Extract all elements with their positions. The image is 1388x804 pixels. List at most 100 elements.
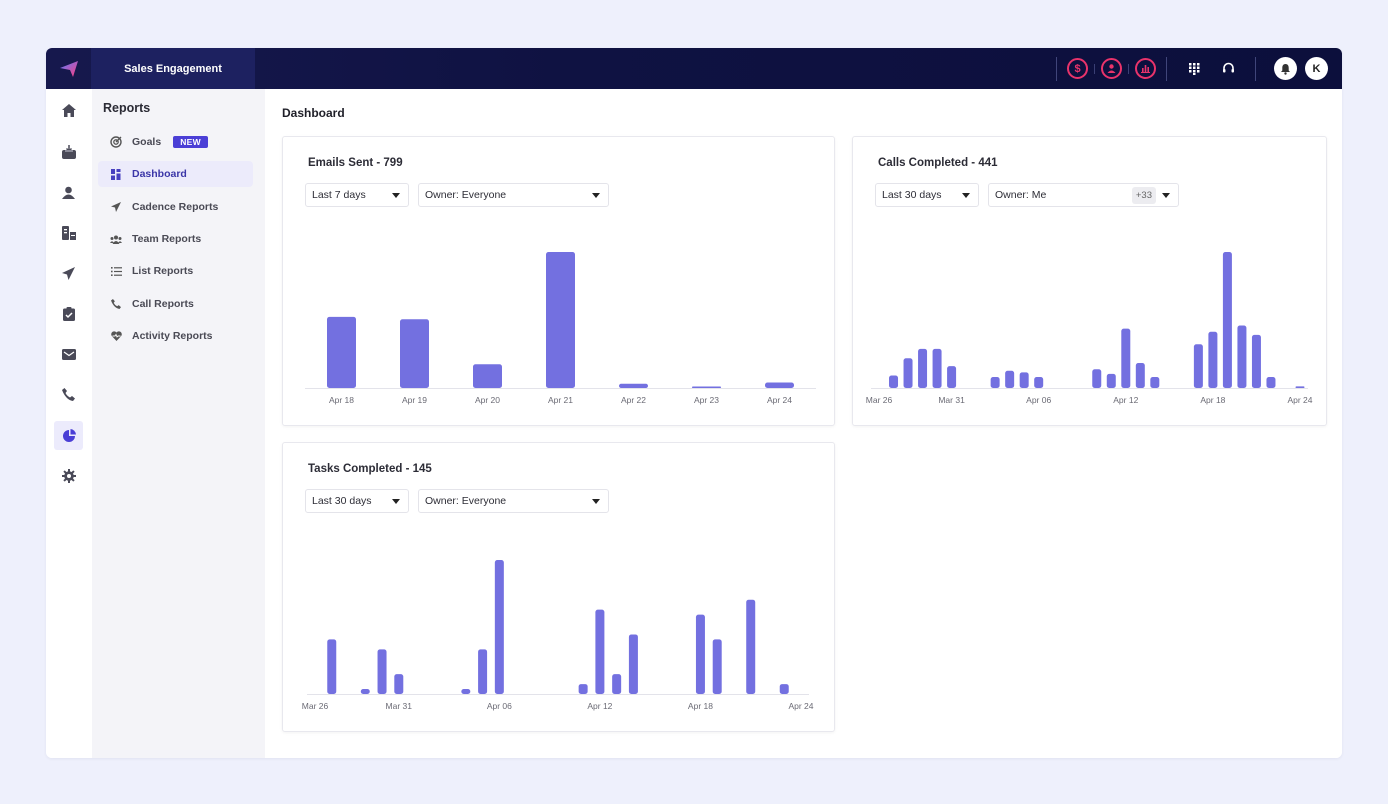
x-tick-label: Apr 21	[548, 395, 573, 405]
email-icon	[61, 349, 76, 360]
bar-apr-10[interactable]	[1092, 369, 1102, 388]
subnav-item-label: Call Reports	[132, 298, 194, 310]
subnav-item-cadence-reports[interactable]: Cadence Reports	[98, 194, 253, 220]
bar-mar-30[interactable]	[377, 649, 387, 694]
bar-apr-06[interactable]	[1034, 377, 1044, 388]
bar-apr-14[interactable]	[1150, 377, 1160, 388]
bar-apr-11[interactable]	[1106, 373, 1116, 388]
bar-apr-23[interactable]	[779, 684, 789, 694]
bar-apr-05[interactable]	[478, 649, 488, 694]
x-tick-label: Apr 12	[1113, 395, 1138, 405]
bar-apr-24[interactable]	[1295, 386, 1305, 388]
bar-apr-18[interactable]	[327, 316, 356, 388]
bar-apr-04[interactable]	[1005, 370, 1015, 388]
x-tick-label: Mar 31	[386, 701, 413, 711]
target-icon	[109, 136, 123, 148]
user-avatar[interactable]: K	[1305, 57, 1328, 80]
rail-settings[interactable]	[54, 461, 83, 490]
page-title: Dashboard	[282, 106, 345, 120]
cadences-icon	[62, 267, 75, 280]
divider	[1128, 63, 1129, 74]
bar-apr-19[interactable]	[400, 319, 429, 388]
bar-apr-17[interactable]	[1193, 344, 1203, 388]
bar-apr-24[interactable]	[765, 382, 794, 388]
rail-email[interactable]	[54, 340, 83, 369]
bar-mar-29[interactable]	[918, 348, 928, 388]
headset-icon[interactable]	[1217, 58, 1239, 80]
calls-completed-card: Calls Completed - 441 Last 30 days Owner…	[852, 136, 1327, 426]
bar-apr-03[interactable]	[990, 377, 1000, 388]
bar-apr-11[interactable]	[578, 684, 588, 694]
bar-apr-19[interactable]	[1222, 252, 1232, 388]
bar-mar-27[interactable]	[889, 375, 899, 388]
bar-apr-18[interactable]	[695, 614, 705, 694]
subnav-item-activity-reports[interactable]: Activity Reports	[98, 323, 253, 349]
heartbeat-icon	[109, 331, 123, 341]
new-badge: NEW	[173, 136, 208, 148]
bar-mar-27[interactable]	[327, 639, 337, 694]
contact-icon[interactable]	[1101, 58, 1122, 79]
product-switcher[interactable]: Sales Engagement	[91, 48, 255, 89]
contacts-icon	[62, 186, 75, 199]
rail-phone[interactable]	[54, 380, 83, 409]
rail-home[interactable]	[54, 96, 83, 125]
subnav-item-dashboard[interactable]: Dashboard	[98, 161, 253, 187]
bar-apr-13[interactable]	[1135, 362, 1145, 388]
rail-cadences[interactable]	[54, 259, 83, 288]
rail-tasks[interactable]	[54, 299, 83, 328]
bar-apr-04[interactable]	[461, 689, 471, 694]
x-tick-label: Apr 23	[694, 395, 719, 405]
divider	[1094, 63, 1095, 74]
bar-mar-31[interactable]	[394, 674, 404, 694]
inbox-icon	[61, 144, 76, 159]
bar-apr-18[interactable]	[1208, 331, 1218, 388]
bar-apr-21[interactable]	[746, 599, 756, 694]
bar-apr-06[interactable]	[494, 560, 504, 694]
subnav-item-list-reports[interactable]: List Reports	[98, 258, 253, 284]
tasks-completed-chart: Mar 26 Mar 31 Apr 06 Apr 12 Apr 18 Apr 24	[302, 560, 814, 711]
subnav-item-goals[interactable]: Goals NEW	[98, 129, 253, 155]
rail-reports[interactable]	[54, 421, 83, 450]
bar-apr-20[interactable]	[1237, 325, 1247, 388]
x-tick-label: Apr 19	[402, 395, 427, 405]
rail-contacts[interactable]	[54, 178, 83, 207]
rail-accounts[interactable]	[54, 218, 83, 247]
subnav-item-call-reports[interactable]: Call Reports	[98, 291, 253, 317]
subnav-item-label: Cadence Reports	[132, 201, 219, 213]
dialpad-icon[interactable]	[1183, 58, 1205, 80]
logo-icon	[59, 60, 78, 77]
bar-apr-22[interactable]	[1266, 377, 1276, 388]
bar-apr-20[interactable]	[473, 364, 502, 388]
x-tick-label: Apr 22	[621, 395, 646, 405]
app-logo[interactable]	[46, 48, 91, 89]
bar-mar-30[interactable]	[932, 348, 942, 388]
bar-apr-21[interactable]	[1251, 334, 1261, 388]
emails-sent-card: Emails Sent - 799 Last 7 days Owner: Eve…	[282, 136, 835, 426]
dollar-icon[interactable]: $	[1067, 58, 1088, 79]
bar-mar-29[interactable]	[360, 689, 370, 694]
phone-icon	[62, 388, 75, 401]
rail-inbox[interactable]	[54, 137, 83, 166]
icon-rail	[46, 89, 92, 758]
bar-apr-22[interactable]	[619, 383, 648, 388]
bar-apr-12[interactable]	[595, 609, 605, 694]
bar-mar-28[interactable]	[903, 358, 913, 388]
bar-apr-14[interactable]	[628, 634, 638, 694]
analytics-icon[interactable]	[1135, 58, 1156, 79]
bar-apr-13[interactable]	[612, 674, 622, 694]
divider	[1056, 56, 1057, 81]
top-bar: Sales Engagement $ K	[46, 48, 1342, 89]
x-tick-label: Apr 06	[487, 701, 512, 711]
bar-mar-31[interactable]	[947, 366, 957, 388]
topbar-actions: $ K	[1046, 48, 1328, 89]
bar-apr-23[interactable]	[692, 386, 721, 389]
bar-apr-12[interactable]	[1121, 328, 1131, 388]
notifications-button[interactable]	[1274, 57, 1297, 80]
bar-apr-21[interactable]	[546, 252, 575, 388]
x-tick-label: Apr 24	[788, 701, 813, 711]
bar-apr-19[interactable]	[712, 639, 722, 694]
subnav-item-team-reports[interactable]: Team Reports	[98, 226, 253, 252]
phone-icon	[109, 299, 123, 309]
bar-apr-05[interactable]	[1019, 372, 1029, 388]
dashboard-icon	[109, 168, 123, 180]
